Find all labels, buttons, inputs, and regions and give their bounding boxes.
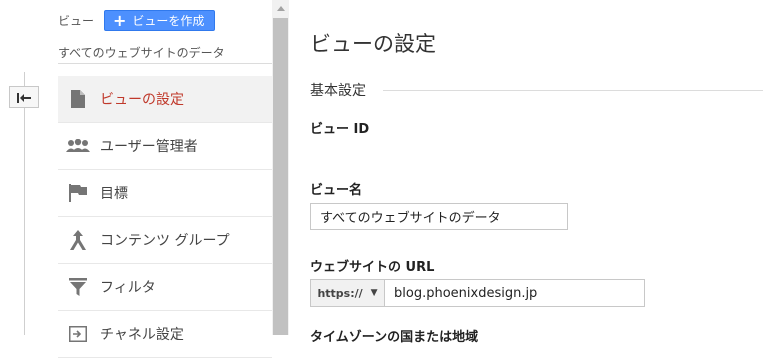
- view-name-field[interactable]: すべてのウェブサイトのデータ: [310, 203, 568, 230]
- view-name-label: ビュー名: [310, 183, 363, 198]
- create-view-button[interactable]: + ビューを作成: [104, 10, 216, 31]
- divider: [58, 63, 272, 64]
- timezone-label: タイムゾーンの国または地域: [310, 330, 479, 345]
- filter-icon: [66, 275, 90, 299]
- arrow-left-icon: [17, 88, 31, 107]
- gutter-line: [24, 72, 25, 335]
- sidebar-item-label: ユーザー管理者: [100, 139, 198, 155]
- scroll-up-icon[interactable]: [272, 0, 289, 17]
- back-button[interactable]: [9, 86, 39, 108]
- sidebar-scrollbar[interactable]: [272, 0, 289, 335]
- sidebar-header-label: ビュー: [58, 14, 95, 28]
- document-icon: [66, 87, 90, 111]
- main-content: ビューの設定 基本設定 ビュー ID ビュー名 すべてのウェブサイトのデータ ウ…: [310, 0, 763, 345]
- view-selector[interactable]: すべてのウェブサイトのデータ: [58, 44, 225, 61]
- sidebar: ビュー + ビューを作成 すべてのウェブサイトのデータ ビューの設定 ユーザー管…: [58, 0, 272, 358]
- sidebar-item-filters[interactable]: フィルタ: [58, 264, 272, 311]
- page-title: ビューの設定: [310, 32, 436, 56]
- sidebar-item-content-grouping[interactable]: コンテンツ グループ: [58, 217, 272, 264]
- sidebar-item-user-management[interactable]: ユーザー管理者: [58, 123, 272, 170]
- sidebar-header: ビュー + ビューを作成: [58, 10, 216, 31]
- section-divider: [383, 90, 763, 91]
- website-url-row: https:// ▼ blog.phoenixdesign.jp: [310, 279, 645, 307]
- caret-down-icon: ▼: [370, 288, 378, 298]
- flag-icon: [66, 181, 90, 205]
- sidebar-item-label: チャネル設定: [100, 327, 184, 343]
- website-url-field[interactable]: blog.phoenixdesign.jp: [385, 279, 645, 307]
- sidebar-item-label: ビューの設定: [100, 92, 184, 108]
- plus-icon: +: [113, 10, 127, 30]
- protocol-select[interactable]: https:// ▼: [310, 279, 385, 307]
- channel-icon: [66, 322, 90, 346]
- scrollbar-thumb[interactable]: [273, 18, 288, 335]
- users-icon: [66, 134, 90, 158]
- view-id-label: ビュー ID: [310, 122, 370, 137]
- website-url-label: ウェブサイトの URL: [310, 260, 435, 275]
- content-group-icon: [66, 228, 90, 252]
- sidebar-item-view-settings[interactable]: ビューの設定: [58, 76, 272, 123]
- sidebar-item-label: フィルタ: [100, 280, 156, 296]
- section-title: 基本設定: [310, 83, 366, 99]
- sidebar-item-goals[interactable]: 目標: [58, 170, 272, 217]
- create-view-label: ビューを作成: [132, 14, 205, 28]
- sidebar-item-label: コンテンツ グループ: [100, 233, 230, 249]
- sidebar-item-label: 目標: [100, 186, 128, 202]
- sidebar-nav: ビューの設定 ユーザー管理者 目標 コンテンツ グループ フィルタ チャネル設定: [58, 76, 272, 358]
- protocol-value: https://: [317, 286, 363, 300]
